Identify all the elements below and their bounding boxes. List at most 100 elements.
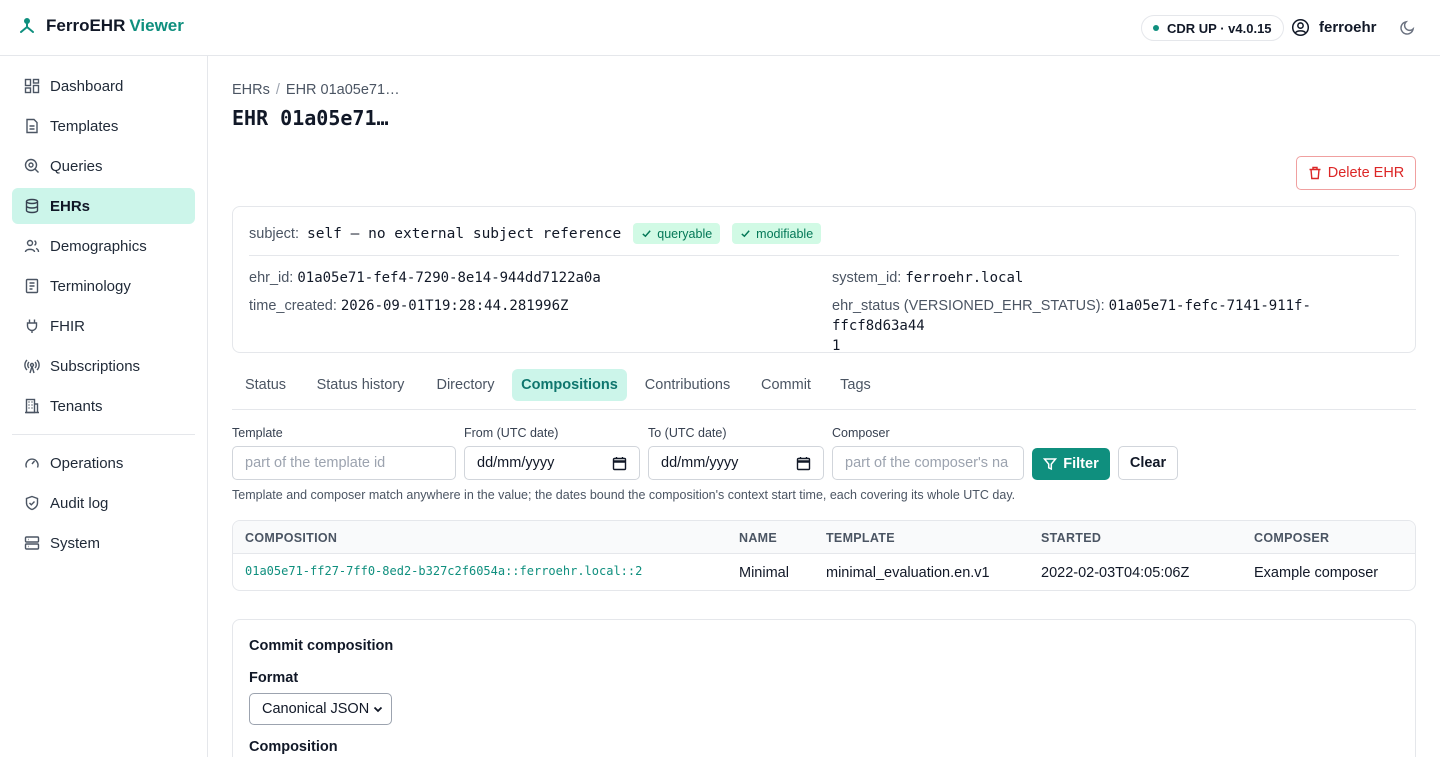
sidebar-item-label: Operations (50, 454, 124, 472)
gauge-icon (25, 458, 39, 468)
composition-composer: Example composer (1254, 565, 1379, 581)
filter-button-label: Filter (1063, 456, 1099, 472)
column-header-name: NAME (739, 531, 778, 545)
filter-icon (1043, 458, 1058, 471)
format-label: Format (249, 670, 299, 686)
username: ferroehr (1319, 19, 1377, 36)
app-logo-icon (20, 18, 34, 33)
sidebar-item-label: Audit log (50, 494, 109, 512)
to-date-label: To (UTC date) (648, 426, 727, 440)
commit-composition-card: Commit composition Format Canonical JSON… (232, 619, 1416, 757)
to-date-value: dd/mm/yyyy (661, 455, 739, 471)
clear-button[interactable]: Clear (1118, 446, 1178, 480)
sidebar-item-label: FHIR (50, 317, 85, 335)
tab-tags[interactable]: Tags (827, 369, 884, 401)
sidebar-item-system[interactable]: System (12, 525, 195, 561)
dark-mode-toggle-icon[interactable] (1399, 19, 1416, 36)
users-icon (24, 239, 40, 253)
sidebar-item-audit-log[interactable]: Audit log (12, 485, 195, 521)
ehr-status-value-wrap: 1 (832, 338, 841, 354)
tab-directory[interactable]: Directory (422, 369, 509, 401)
sidebar-item-tenants[interactable]: Tenants (12, 388, 195, 424)
brand-name: FerroEHR (46, 16, 126, 35)
sidebar-item-queries[interactable]: Queries (12, 148, 195, 184)
tab-commit[interactable]: Commit (748, 369, 824, 401)
brand-logo[interactable]: FerroEHR Viewer (18, 16, 184, 36)
composition-label: Composition (249, 739, 338, 755)
server-icon (24, 536, 40, 550)
sidebar-item-operations[interactable]: Operations (12, 445, 195, 481)
template-filter-label: Template (232, 426, 283, 440)
system-id-field: system_id: ferroehr.local (832, 268, 1023, 288)
sidebar-divider (12, 434, 195, 435)
tab-status[interactable]: Status (232, 369, 299, 401)
modifiable-text: modifiable (756, 226, 814, 241)
time-created-label: time_created: (249, 298, 337, 314)
composer-filter-input[interactable]: part of the composer's na (832, 446, 1024, 480)
user-menu[interactable]: ferroehr (1291, 18, 1377, 37)
sidebar-item-fhir[interactable]: FHIR (12, 308, 195, 344)
user-circle-icon (1291, 18, 1310, 37)
ehr-status-field: ehr_status (VERSIONED_EHR_STATUS): 01a05e… (832, 296, 1402, 356)
sidebar-item-subscriptions[interactable]: Subscriptions (12, 348, 195, 384)
composition-name: Minimal (739, 565, 789, 581)
queryable-badge: queryable (633, 223, 721, 244)
sidebar-item-ehrs[interactable]: EHRs (12, 188, 195, 224)
time-created-field: time_created: 2026-09-01T19:28:44.281996Z (249, 296, 568, 316)
calendar-icon[interactable] (612, 456, 627, 471)
status-text: CDR UP · v4.0.15 (1167, 20, 1272, 36)
breadcrumb-separator: / (275, 82, 280, 98)
ehr-id-label: ehr_id: (249, 270, 294, 286)
sidebar-item-terminology[interactable]: Terminology (12, 268, 195, 304)
from-date-value: dd/mm/yyyy (477, 455, 555, 471)
composer-filter-label: Composer (832, 426, 890, 440)
subject-row: subject: self — no external subject refe… (249, 223, 822, 244)
card-divider (249, 255, 1399, 256)
status-dot-icon (1153, 25, 1159, 31)
breadcrumb-ehrs-link[interactable]: EHRs (232, 82, 270, 98)
system-id-label: system_id: (832, 270, 902, 286)
sidebar-item-dashboard[interactable]: Dashboard (12, 68, 195, 104)
template-filter-input[interactable]: part of the template id (232, 446, 456, 480)
commit-title: Commit composition (249, 638, 394, 654)
system-id-value: ferroehr.local (905, 270, 1024, 286)
ehr-tabs: Status Status history Directory Composit… (232, 369, 1416, 410)
check-icon (741, 230, 750, 238)
status-badge: CDR UP · v4.0.15 (1141, 15, 1284, 41)
subject-label: subject: (249, 225, 299, 242)
sidebar-item-label: Dashboard (50, 77, 124, 95)
sidebar-item-templates[interactable]: Templates (12, 108, 195, 144)
composition-link[interactable]: 01a05e71-ff27-7ff0-8ed2-b327c2f6054a::fe… (245, 564, 642, 578)
delete-ehr-button[interactable]: Delete EHR (1296, 156, 1416, 190)
top-bar: FerroEHR Viewer CDR UP · v4.0.15 ferroehr (0, 0, 1440, 56)
ehr-summary-card: subject: self — no external subject refe… (232, 206, 1416, 356)
tab-status-history[interactable]: Status history (303, 369, 418, 401)
composition-template: minimal_evaluation.en.v1 (826, 565, 990, 581)
tab-contributions[interactable]: Contributions (630, 369, 745, 401)
ehr-status-label: ehr_status (VERSIONED_EHR_STATUS): (832, 298, 1105, 314)
column-header-composition: COMPOSITION (245, 531, 338, 545)
sidebar-item-label: Tenants (50, 397, 103, 415)
composition-started: 2022-02-03T04:05:06Z (1041, 565, 1190, 581)
building-icon (25, 398, 39, 414)
compositions-table: COMPOSITION NAME TEMPLATE STARTED COMPOS… (232, 520, 1416, 591)
ehr-id-field: ehr_id: 01a05e71-fef4-7290-8e14-944dd7122… (249, 268, 601, 288)
modifiable-badge: modifiable (732, 223, 822, 244)
breadcrumb: EHRs / EHR 01a05e71… (232, 82, 400, 98)
from-date-input[interactable]: dd/mm/yyyy (464, 446, 640, 480)
dashboard-icon (24, 78, 40, 94)
calendar-icon[interactable] (796, 456, 811, 471)
tab-compositions[interactable]: Compositions (512, 369, 627, 401)
plug-icon (26, 319, 38, 333)
from-date-label: From (UTC date) (464, 426, 559, 440)
filter-button[interactable]: Filter (1032, 448, 1110, 480)
sidebar-item-label: System (50, 534, 101, 552)
template-icon (26, 118, 38, 134)
sidebar-item-demographics[interactable]: Demographics (12, 228, 195, 264)
format-select[interactable]: Canonical JSON (249, 693, 392, 725)
sidebar-item-label: Terminology (50, 277, 131, 295)
chevron-down-icon (373, 706, 383, 713)
trash-icon (1309, 166, 1321, 180)
sidebar-item-label: EHRs (50, 197, 91, 215)
to-date-input[interactable]: dd/mm/yyyy (648, 446, 824, 480)
